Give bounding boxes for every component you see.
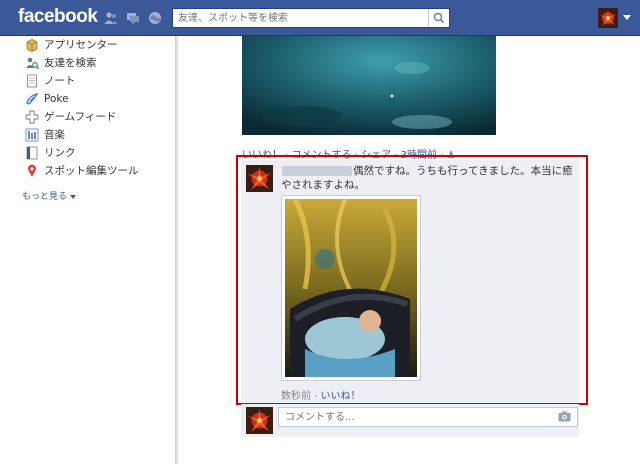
sidebar-item-poke[interactable]: Poke [20, 90, 170, 108]
sidebar-item-place-editor[interactable]: スポット編集ツール [20, 162, 170, 180]
notes-icon [27, 74, 37, 88]
profile-avatar[interactable] [598, 8, 618, 28]
account-menu-chevron-icon[interactable] [623, 15, 631, 20]
notifications-icon[interactable] [148, 11, 162, 25]
sidebar-item-app-center[interactable]: アプリセンター [20, 36, 170, 54]
sidebar-more-link[interactable]: もっと見る [22, 189, 77, 202]
search-icon [433, 12, 445, 24]
chevron-down-icon [70, 194, 77, 199]
messages-icon[interactable] [126, 11, 140, 25]
find-friends-icon [26, 57, 39, 70]
top-bar: facebook [0, 0, 640, 36]
sidebar-item-label: アプリセンター [44, 39, 118, 51]
column-divider [175, 36, 178, 464]
more-label: もっと見る [22, 192, 68, 202]
comment-input[interactable] [278, 407, 578, 427]
sidebar-item-links[interactable]: リンク [20, 144, 170, 162]
friend-requests-icon[interactable] [104, 11, 118, 25]
app-center-icon [26, 39, 38, 52]
facebook-logo[interactable]: facebook [18, 6, 98, 28]
sidebar-item-music[interactable]: 音楽 [20, 126, 170, 144]
sidebar-item-notes[interactable]: ノート [20, 72, 170, 90]
post-photo[interactable] [242, 36, 496, 135]
left-sidebar: アプリセンター 友達を検索 ノート Poke ゲームフィード 音楽 リンク スポ… [20, 36, 170, 180]
sidebar-item-label: リンク [44, 147, 76, 159]
sidebar-item-game-feed[interactable]: ゲームフィード [20, 108, 170, 126]
place-editor-icon [28, 164, 36, 177]
sidebar-item-label: ゲームフィード [44, 111, 117, 123]
links-icon [26, 146, 38, 160]
sidebar-item-label: 音楽 [44, 129, 65, 141]
red-highlight-box [236, 155, 588, 405]
sidebar-item-label: スポット編集ツール [44, 165, 139, 177]
sidebar-item-find-friends[interactable]: 友達を検索 [20, 54, 170, 72]
sidebar-item-label: Poke [44, 93, 69, 105]
search-input[interactable] [173, 9, 430, 27]
search-button[interactable] [428, 9, 449, 27]
reply-avatar [246, 407, 273, 434]
camera-icon[interactable] [558, 411, 571, 422]
search-box [172, 8, 450, 28]
sidebar-item-label: ノート [44, 75, 76, 87]
poke-icon [26, 92, 39, 105]
sidebar-item-label: 友達を検索 [44, 57, 97, 69]
game-feed-icon [25, 110, 39, 124]
music-icon [25, 128, 39, 142]
